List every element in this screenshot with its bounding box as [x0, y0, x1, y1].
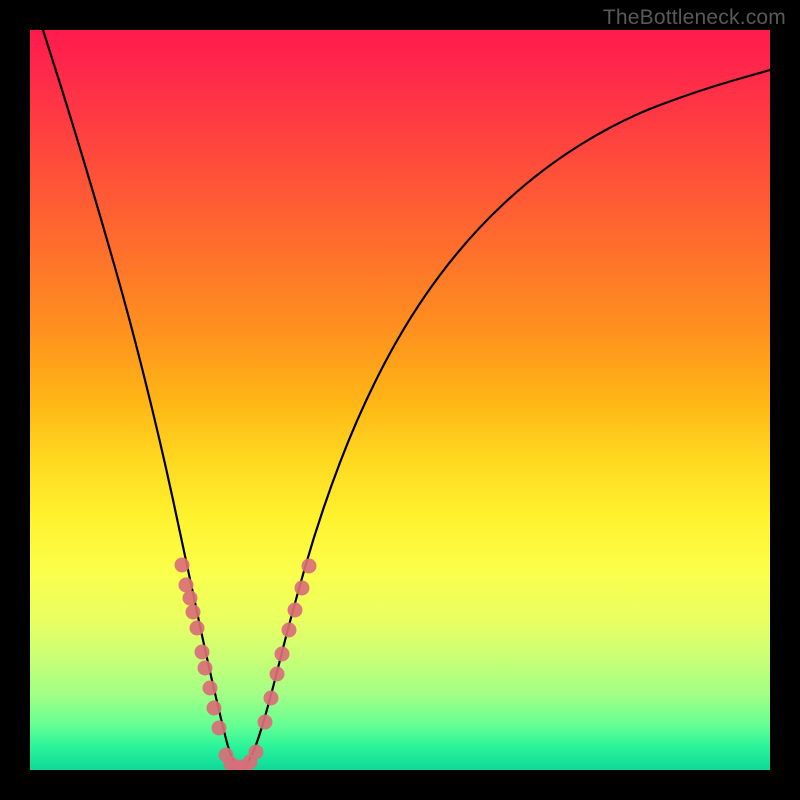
chart-svg [30, 30, 770, 770]
data-point [264, 691, 279, 706]
data-point [282, 623, 297, 638]
data-point [302, 559, 317, 574]
data-point [179, 578, 194, 593]
data-point [207, 701, 222, 716]
data-point [275, 647, 290, 662]
data-point [175, 558, 190, 573]
data-point [249, 745, 264, 760]
data-point [270, 667, 285, 682]
data-point [258, 715, 273, 730]
data-point [295, 581, 310, 596]
data-point [203, 681, 218, 696]
plot-area [30, 30, 770, 770]
curve-right-branch [245, 70, 770, 767]
data-point [212, 721, 227, 736]
watermark-text: TheBottleneck.com [603, 6, 786, 30]
chart-stage: TheBottleneck.com [0, 0, 800, 800]
data-point [198, 661, 213, 676]
data-point [195, 645, 210, 660]
data-markers [175, 558, 317, 771]
data-point [190, 621, 205, 636]
data-point [183, 591, 198, 606]
data-point [288, 603, 303, 618]
data-point [186, 605, 201, 620]
bottleneck-curve [43, 30, 770, 768]
